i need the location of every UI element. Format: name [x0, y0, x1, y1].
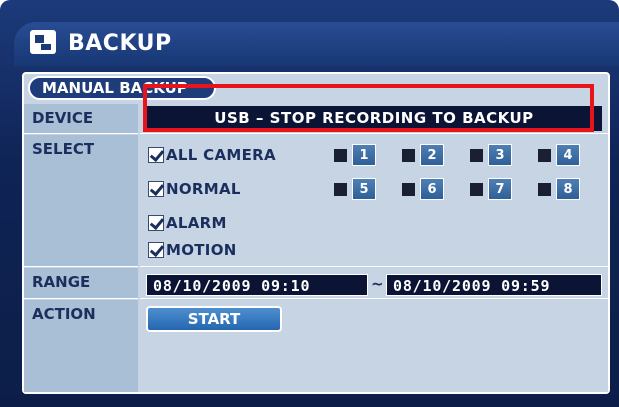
- action-label: ACTION: [24, 300, 138, 392]
- checkbox-icon: [148, 181, 164, 197]
- all-camera-label: ALL CAMERA: [166, 146, 276, 164]
- range-start-input[interactable]: 08/10/2009 09:10: [146, 274, 368, 296]
- camera-number: 8: [556, 178, 580, 200]
- camera-number: 4: [556, 144, 580, 166]
- highlight-box: [143, 84, 594, 132]
- camera-select-square: [470, 182, 483, 196]
- normal-checkbox[interactable]: NORMAL: [148, 179, 241, 199]
- camera-select-square: [538, 148, 551, 162]
- all-camera-checkbox[interactable]: ALL CAMERA: [148, 145, 276, 165]
- alarm-checkbox[interactable]: ALARM: [148, 213, 227, 233]
- backup-icon: [30, 30, 56, 54]
- motion-checkbox[interactable]: MOTION: [148, 240, 237, 260]
- checkbox-icon: [148, 147, 164, 163]
- camera-number: 1: [352, 144, 376, 166]
- camera-3-toggle[interactable]: 3: [470, 144, 512, 166]
- camera-4-toggle[interactable]: 4: [538, 144, 580, 166]
- camera-select-square: [538, 182, 551, 196]
- range-end-input[interactable]: 08/10/2009 09:59: [386, 274, 602, 296]
- camera-number: 3: [488, 144, 512, 166]
- motion-label: MOTION: [166, 241, 237, 259]
- camera-number: 7: [488, 178, 512, 200]
- camera-5-toggle[interactable]: 5: [334, 178, 376, 200]
- camera-select-square: [334, 148, 347, 162]
- range-separator: ~: [371, 275, 384, 293]
- camera-select-square: [334, 182, 347, 196]
- start-button[interactable]: START: [146, 306, 282, 332]
- camera-select-square: [402, 182, 415, 196]
- select-label: SELECT: [24, 135, 138, 267]
- camera-select-square: [402, 148, 415, 162]
- range-label: RANGE: [24, 268, 138, 299]
- checkbox-icon: [148, 215, 164, 231]
- checkbox-icon: [148, 242, 164, 258]
- camera-2-toggle[interactable]: 2: [402, 144, 444, 166]
- camera-7-toggle[interactable]: 7: [470, 178, 512, 200]
- camera-8-toggle[interactable]: 8: [538, 178, 580, 200]
- device-label: DEVICE: [24, 104, 138, 134]
- camera-1-toggle[interactable]: 1: [334, 144, 376, 166]
- normal-label: NORMAL: [166, 180, 241, 198]
- camera-6-toggle[interactable]: 6: [402, 178, 444, 200]
- camera-number: 5: [352, 178, 376, 200]
- alarm-label: ALARM: [166, 214, 227, 232]
- camera-number: 2: [420, 144, 444, 166]
- window-title: BACKUP: [68, 31, 172, 56]
- camera-number: 6: [420, 178, 444, 200]
- camera-select-square: [470, 148, 483, 162]
